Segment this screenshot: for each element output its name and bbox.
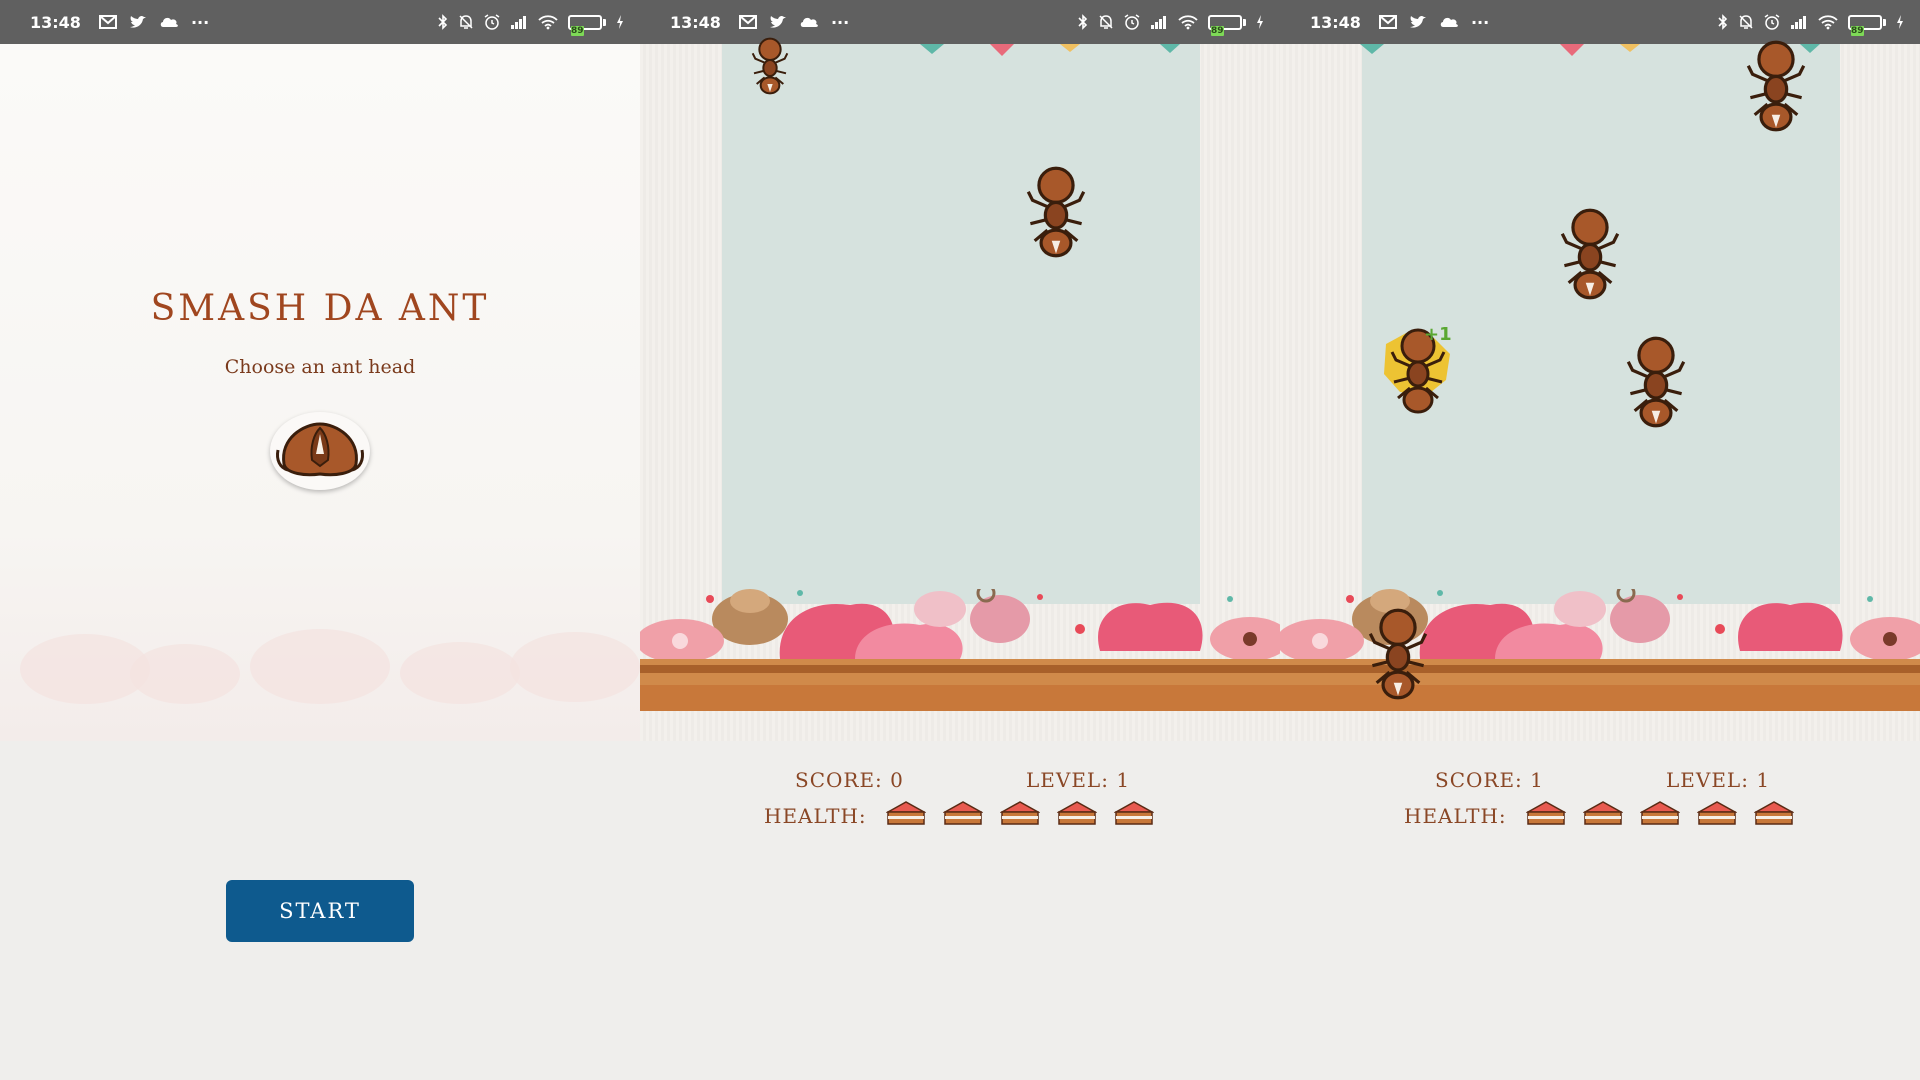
- game-hud: SCORE: 0 LEVEL: 1 HEALTH:: [640, 760, 1280, 860]
- alarm-icon: [484, 14, 500, 30]
- cake-slice-icon: [1696, 800, 1738, 831]
- status-bar: 13:48 ··· 89: [1280, 0, 1920, 44]
- cake-slice-icon: [942, 800, 984, 831]
- game-hud: SCORE: 1 LEVEL: 1 HEALTH:: [1280, 760, 1920, 860]
- mute-icon: [1098, 14, 1114, 30]
- cake-slice-icon: [1056, 800, 1098, 831]
- score-value: 1: [1530, 768, 1544, 792]
- level-display: LEVEL: 1: [1026, 768, 1131, 792]
- wifi-icon: [538, 14, 558, 30]
- start-screen: 13:48 ··· 89 SMASH DA ANT Choose an ant …: [0, 0, 640, 1080]
- level-display: LEVEL: 1: [1666, 768, 1771, 792]
- wifi-icon: [1818, 14, 1838, 30]
- battery-icon: 89: [1848, 14, 1886, 36]
- bluetooth-icon: [1718, 14, 1728, 30]
- alarm-icon: [1764, 14, 1780, 30]
- bunting-decoration: [1360, 44, 1820, 56]
- cake-slice-icon: [999, 800, 1041, 831]
- cake-slice-icon: [1753, 800, 1795, 831]
- start-background: [0, 44, 640, 741]
- battery-level: 89: [571, 25, 584, 36]
- bunting-decoration: [920, 44, 1180, 56]
- alarm-icon: [1124, 14, 1140, 30]
- cake-slice-icon: [885, 800, 927, 831]
- more-notifications-icon: ···: [830, 12, 850, 32]
- signal-icon: [1150, 15, 1168, 29]
- battery-level: 89: [1851, 25, 1864, 36]
- health-label: HEALTH:: [764, 804, 867, 828]
- cake-slice-icon: [1582, 800, 1624, 831]
- score-display: SCORE: 0: [795, 768, 904, 792]
- status-bar: 13:48 ··· 89: [640, 0, 1280, 44]
- health-cakes: [885, 800, 1155, 831]
- bluetooth-icon: [438, 14, 448, 30]
- choose-head-subtitle: Choose an ant head: [224, 356, 416, 378]
- charging-icon: [1256, 15, 1264, 29]
- battery-level: 89: [1211, 25, 1224, 36]
- status-bar: 13:48 ··· 89: [0, 0, 640, 44]
- gmail-icon: [738, 15, 757, 29]
- ant-icon[interactable]: [740, 36, 800, 100]
- signal-icon: [510, 15, 528, 29]
- twitter-icon: [129, 15, 147, 30]
- cake-slice-icon: [1639, 800, 1681, 831]
- cloud-icon: [1439, 16, 1459, 28]
- cloud-icon: [799, 16, 819, 28]
- ant-head-selector[interactable]: [270, 412, 370, 490]
- ant-icon[interactable]: [1024, 164, 1088, 264]
- cake-slice-icon: [1113, 800, 1155, 831]
- twitter-icon: [769, 15, 787, 30]
- signal-icon: [1790, 15, 1808, 29]
- ant-lane: [722, 44, 1200, 604]
- mute-icon: [458, 14, 474, 30]
- bluetooth-icon: [1078, 14, 1088, 30]
- status-time: 13:48: [1310, 12, 1361, 32]
- game-playfield[interactable]: +1: [1280, 40, 1920, 741]
- status-time: 13:48: [670, 12, 721, 32]
- start-button[interactable]: START: [226, 880, 414, 942]
- charging-icon: [616, 15, 624, 29]
- wifi-icon: [1178, 14, 1198, 30]
- screenshot-root: 13:48 ··· 89 SMASH DA ANT Choose an ant …: [0, 0, 1920, 1080]
- cloud-icon: [159, 16, 179, 28]
- ant-icon[interactable]: [1624, 334, 1688, 434]
- twitter-icon: [1409, 15, 1427, 30]
- status-time: 13:48: [30, 12, 81, 32]
- ant-icon[interactable]: [1744, 38, 1808, 138]
- gmail-icon: [1378, 15, 1397, 29]
- game-title: SMASH DA ANT: [150, 288, 490, 329]
- battery-icon: 89: [568, 14, 606, 36]
- ant-icon[interactable]: [1366, 606, 1430, 706]
- ant-head-icon: [274, 420, 366, 482]
- more-notifications-icon: ···: [1470, 12, 1490, 32]
- game-screen-initial: 13:48 ··· 89 SCORE: 0 LEVEL: 1 HEALTH:: [640, 0, 1280, 1080]
- more-notifications-icon: ···: [190, 12, 210, 32]
- cake-slice-icon: [1525, 800, 1567, 831]
- gmail-icon: [98, 15, 117, 29]
- battery-icon: 89: [1208, 14, 1246, 36]
- sweets-border: [640, 589, 1280, 711]
- score-value: 0: [890, 768, 904, 792]
- score-display: SCORE: 1: [1435, 768, 1544, 792]
- level-value: 1: [1116, 768, 1131, 792]
- health-label: HEALTH:: [1404, 804, 1507, 828]
- health-cakes: [1525, 800, 1795, 831]
- score-popup: +1: [1424, 324, 1452, 345]
- mute-icon: [1738, 14, 1754, 30]
- level-value: 1: [1756, 768, 1771, 792]
- game-screen-scored: 13:48 ··· 89 +1 SCORE: 1 LEVEL: 1 HEALTH…: [1280, 0, 1920, 1080]
- game-playfield[interactable]: [640, 37, 1280, 741]
- charging-icon: [1896, 15, 1904, 29]
- ant-icon[interactable]: [1558, 206, 1622, 306]
